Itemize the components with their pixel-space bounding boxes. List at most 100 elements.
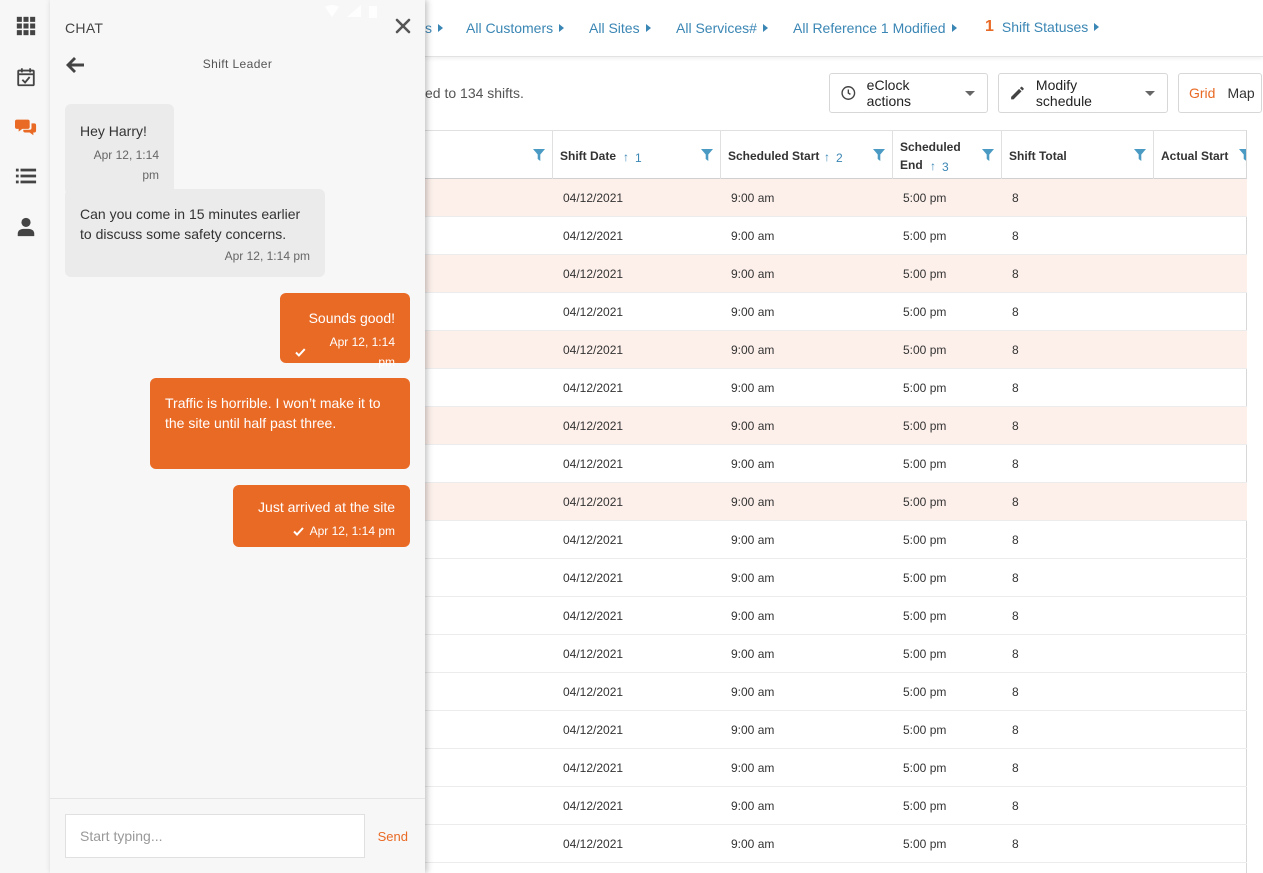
- table-row[interactable]: 04/12/2021 9:00 am 5:00 pm 8: [425, 445, 1247, 483]
- cell-total: 8: [1012, 343, 1019, 357]
- cell-end: 5:00 pm: [903, 647, 947, 661]
- breadcrumb-label: All Services#: [676, 20, 757, 36]
- chat-title: CHAT: [65, 20, 104, 36]
- caret-right-icon: [951, 24, 957, 32]
- status-bar: [325, 4, 445, 18]
- cell-start: 9:00 am: [731, 533, 775, 547]
- breadcrumb-reference[interactable]: All Reference 1 Modified: [793, 20, 957, 36]
- table-row[interactable]: 04/12/2021 9:00 am 5:00 pm 8: [425, 635, 1247, 673]
- cell-start: 9:00 am: [731, 267, 775, 281]
- check-icon: [292, 526, 304, 536]
- breadcrumb-shift-statuses[interactable]: 1 Shift Statuses: [985, 18, 1100, 36]
- table-row[interactable]: 04/12/2021 9:00 am 5:00 pm 8: [425, 787, 1247, 825]
- eclock-actions-label: eClock actions: [866, 77, 912, 109]
- cell-end: 5:00 pm: [903, 381, 947, 395]
- column-header[interactable]: [425, 131, 553, 179]
- cell-end: 5:00 pm: [903, 419, 947, 433]
- filter-icon[interactable]: [533, 149, 545, 161]
- calendar-check-icon[interactable]: [13, 64, 39, 90]
- table-row[interactable]: 04/12/2021 9:00 am 5:00 pm 8: [425, 597, 1247, 635]
- table-row[interactable]: 04/12/2021 9:00 am 5:00 pm 8: [425, 331, 1247, 369]
- table-row[interactable]: 04/12/2021 9:00 am 5:00 pm 8: [425, 369, 1247, 407]
- icon-rail: [0, 0, 50, 873]
- battery-icon: [369, 5, 377, 18]
- column-header-scheduled-start[interactable]: Scheduled Start ↑ 2: [721, 131, 893, 179]
- cell-date: 04/12/2021: [563, 571, 624, 585]
- column-header-scheduled-end[interactable]: Scheduled End ↑ 3: [893, 131, 1002, 179]
- message-time: Apr 12, 1:14 pm: [93, 148, 159, 182]
- cell-total: 8: [1012, 799, 1019, 813]
- filter-icon[interactable]: [1134, 149, 1146, 161]
- signal-icon: [347, 5, 361, 17]
- chat-message-outgoing: Just arrived at the site Apr 12, 1:14 pm: [233, 485, 410, 547]
- breadcrumb-sites[interactable]: All Sites: [589, 20, 651, 36]
- table-row[interactable]: 04/12/2021 9:00 am 5:00 pm 8: [425, 407, 1247, 445]
- user-icon[interactable]: [13, 214, 39, 240]
- breadcrumb-label: Shift Statuses: [1001, 19, 1089, 35]
- sort-up-icon: ↑: [623, 150, 629, 164]
- filter-icon[interactable]: [873, 149, 885, 161]
- view-grid-option[interactable]: Grid: [1179, 85, 1223, 101]
- table-row[interactable]: 04/12/2021 9:00 am 5:00 pm 8: [425, 179, 1247, 217]
- column-header-shift-total[interactable]: Shift Total: [1002, 131, 1154, 179]
- breadcrumb-customers[interactable]: All Customers: [466, 20, 565, 36]
- message-text: Sounds good!: [308, 310, 395, 326]
- cell-total: 8: [1012, 647, 1019, 661]
- cell-end: 5:00 pm: [903, 533, 947, 547]
- table-row[interactable]: 04/12/2021 9:00 am 5:00 pm 8: [425, 749, 1247, 787]
- view-map-option[interactable]: Map: [1223, 85, 1262, 101]
- cell-total: 8: [1012, 685, 1019, 699]
- cell-end: 5:00 pm: [903, 685, 947, 699]
- close-icon[interactable]: [393, 16, 413, 36]
- send-button[interactable]: Send: [378, 829, 408, 844]
- eclock-actions-button[interactable]: eClock actions: [829, 73, 988, 113]
- filter-icon[interactable]: [982, 149, 994, 161]
- cell-date: 04/12/2021: [563, 761, 624, 775]
- chat-message-input[interactable]: [65, 814, 365, 858]
- cell-end: 5:00 pm: [903, 305, 947, 319]
- table-row[interactable]: 04/12/2021 9:00 am 5:00 pm 8: [425, 521, 1247, 559]
- cell-start: 9:00 am: [731, 457, 775, 471]
- list-icon[interactable]: [13, 163, 39, 189]
- check-icon: [295, 347, 306, 357]
- cell-end: 5:00 pm: [903, 723, 947, 737]
- cell-total: 8: [1012, 723, 1019, 737]
- cell-start: 9:00 am: [731, 647, 775, 661]
- breadcrumb-bar: s All Customers All Sites All Services# …: [425, 0, 1263, 57]
- message-meta: Apr 12, 1:14 pm: [295, 332, 395, 372]
- column-header-shift-date[interactable]: Shift Date ↑ 1: [553, 131, 721, 179]
- cell-total: 8: [1012, 419, 1019, 433]
- filter-count-badge: 1: [985, 18, 994, 35]
- cell-date: 04/12/2021: [563, 495, 624, 509]
- filter-icon[interactable]: [701, 149, 713, 161]
- table-row[interactable]: 04/12/2021 9:00 am 5:00 pm 8: [425, 293, 1247, 331]
- breadcrumb-item[interactable]: s: [425, 20, 443, 36]
- modify-schedule-button[interactable]: Modify schedule: [998, 73, 1168, 113]
- column-label: Actual Start: [1161, 149, 1229, 163]
- table-row[interactable]: 04/12/2021 9:00 am 5:00 pm 8: [425, 711, 1247, 749]
- cell-start: 9:00 am: [731, 495, 775, 509]
- cell-total: 8: [1012, 761, 1019, 775]
- chat-composer: Send: [50, 798, 425, 873]
- cell-date: 04/12/2021: [563, 419, 624, 433]
- cell-start: 9:00 am: [731, 723, 775, 737]
- sort-up-icon: ↑: [930, 159, 936, 173]
- table-row[interactable]: 04/12/2021 9:00 am 5:00 pm 8: [425, 825, 1247, 863]
- column-header-actual-start[interactable]: Actual Start: [1154, 131, 1247, 179]
- cell-start: 9:00 am: [731, 305, 775, 319]
- table-row[interactable]: 04/12/2021 9:00 am 5:00 pm 8: [425, 217, 1247, 255]
- table-row[interactable]: 04/12/2021 9:00 am 5:00 pm 8: [425, 255, 1247, 293]
- column-label: Scheduled Start: [728, 149, 820, 163]
- sort-order: 1: [635, 151, 642, 165]
- caret-right-icon: [559, 24, 565, 32]
- table-row[interactable]: 04/12/2021 9:00 am 5:00 pm 8: [425, 559, 1247, 597]
- chat-icon[interactable]: [13, 114, 39, 140]
- message-text: Can you come in 15 minutes earlier to di…: [80, 206, 301, 242]
- cell-end: 5:00 pm: [903, 799, 947, 813]
- apps-icon[interactable]: [13, 13, 39, 39]
- cell-start: 9:00 am: [731, 799, 775, 813]
- table-row[interactable]: 04/12/2021 9:00 am 5:00 pm 8: [425, 673, 1247, 711]
- message-text: Hey Harry!: [80, 123, 147, 139]
- table-row[interactable]: 04/12/2021 9:00 am 5:00 pm 8: [425, 483, 1247, 521]
- breadcrumb-services[interactable]: All Services#: [676, 20, 768, 36]
